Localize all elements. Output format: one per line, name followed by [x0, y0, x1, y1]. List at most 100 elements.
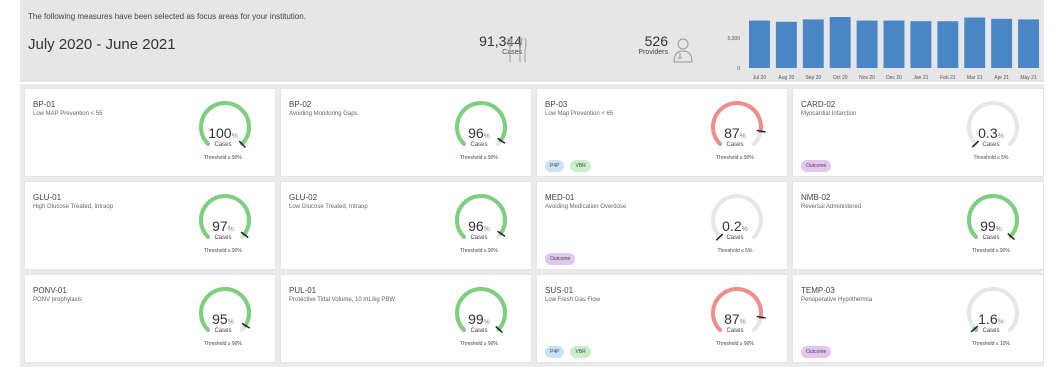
measure-threshold: Threshold ≤ 5%: [717, 248, 753, 254]
chart-x-tick: Jan 21: [913, 75, 928, 81]
measure-card[interactable]: BP-03 Low Map Prevention < 65 87% Cases …: [536, 88, 788, 177]
measure-value: 96%: [468, 125, 490, 141]
measure-threshold: Threshold ≥ 90%: [204, 341, 242, 347]
measure-threshold: Threshold ≥ 90%: [716, 341, 754, 347]
measure-cases-label: Cases: [982, 142, 1000, 148]
measure-card[interactable]: BP-02 Avoiding Monitoring Gaps 96% Cases…: [280, 88, 532, 177]
measure-value: 0.3%: [978, 125, 1004, 141]
measure-tags: P4P VBR: [545, 160, 591, 172]
chart-bar[interactable]: [1018, 19, 1039, 68]
chart-bar[interactable]: [829, 17, 851, 68]
measure-card[interactable]: CARD-02 Myocardial Infarction 0.3% Cases…: [792, 88, 1044, 177]
measure-tag[interactable]: Outcome: [545, 253, 576, 265]
measure-cases-label: Cases: [214, 142, 232, 148]
measure-code: PONV-01: [33, 286, 67, 295]
measure-card[interactable]: SUS-01 Low Fresh Gas Flow 87% Cases Thre…: [536, 274, 788, 363]
chart-bar[interactable]: [802, 19, 824, 68]
measure-code: NMB-02: [801, 193, 831, 202]
measure-description: High Glucose Treated, Intraop: [33, 204, 114, 210]
measure-description: Reversal Administered: [801, 204, 862, 210]
measure-card[interactable]: MED-01 Avoiding Medication Overdose 0.2%…: [536, 181, 788, 270]
measure-tag[interactable]: Outcome: [801, 346, 832, 358]
chart-bar[interactable]: [964, 17, 986, 69]
chart-x-tick: Sep 20: [805, 75, 821, 81]
measure-description: Myocardial Infarction: [801, 111, 857, 117]
measure-tags: Outcome: [801, 346, 832, 358]
measure-value: 100%: [208, 125, 238, 141]
measure-tags: Outcome: [801, 160, 832, 172]
chart-bar[interactable]: [775, 21, 797, 68]
measure-card[interactable]: BP-01 Low MAP Prevention < 55 100% Cases…: [24, 88, 276, 177]
chart-bar[interactable]: [910, 21, 932, 68]
measure-card[interactable]: GLU-02 Low Glucose Treated, Intraop 96% …: [280, 181, 532, 270]
measure-card[interactable]: NMB-02 Reversal Administered 99% Cases T…: [792, 181, 1044, 270]
measure-threshold: Threshold ≤ 5%: [973, 155, 1009, 161]
chart-y-tick: 0: [737, 66, 740, 72]
chart-x-tick: Dec 20: [886, 75, 902, 81]
measure-value: 87%: [724, 311, 746, 327]
measure-threshold: Threshold ≥ 90%: [204, 155, 242, 161]
summary-header: The following measures have been selecte…: [20, 0, 1044, 82]
measure-tag[interactable]: VBR: [570, 346, 591, 358]
chart-x-tick: Aug 20: [778, 75, 794, 81]
measure-cases-label: Cases: [470, 142, 488, 148]
measure-value: 95%: [212, 311, 234, 327]
chart-x-tick: Oct 20: [833, 75, 848, 81]
measure-card[interactable]: PONV-01 PONV prophylaxis 95% Cases Thres…: [24, 274, 276, 363]
period-label: July 2020 - June 2021: [28, 36, 176, 53]
chart-x-tick: May 21: [1020, 75, 1037, 81]
chart-bar[interactable]: [937, 21, 959, 68]
chart-bar[interactable]: [749, 20, 770, 69]
chart-x-tick: Apr 21: [994, 75, 1009, 81]
measure-cases-label: Cases: [214, 328, 232, 334]
measure-tag[interactable]: VBR: [570, 160, 591, 172]
measure-threshold: Threshold ≥ 90%: [460, 341, 498, 347]
measure-tag[interactable]: Outcome: [801, 160, 832, 172]
measure-cases-label: Cases: [982, 328, 1000, 334]
chart-bar[interactable]: [991, 18, 1013, 68]
measure-description: Low Glucose Treated, Intraop: [289, 204, 368, 210]
measure-cases-label: Cases: [726, 235, 744, 241]
measure-code: MED-01: [545, 193, 575, 202]
measure-cases-label: Cases: [470, 235, 488, 241]
measure-cases-label: Cases: [470, 328, 488, 334]
measure-card[interactable]: TEMP-03 Perioperative Hypothermia 1.6% C…: [792, 274, 1044, 363]
measure-value: 87%: [724, 125, 746, 141]
measure-value: 99%: [468, 311, 490, 327]
chart-x-tick: Mar 21: [967, 75, 983, 81]
measure-code: BP-02: [289, 100, 312, 109]
measure-cases-label: Cases: [982, 235, 1000, 241]
chart-bar[interactable]: [856, 20, 878, 69]
measure-description: Low MAP Prevention < 55: [33, 111, 103, 117]
surgical-tools-icon: [507, 37, 527, 62]
monthly-cases-chart: Jul 20 Aug 20 Sep 20 Oct 20 Nov 20 Dec 20 Jan …: [727, 17, 1039, 81]
measure-value: 97%: [212, 218, 234, 234]
measure-value: 0.2%: [722, 218, 748, 234]
measure-value: 1.6%: [978, 311, 1004, 327]
measure-cases-label: Cases: [214, 235, 232, 241]
measure-code: PUL-01: [289, 286, 317, 295]
measure-code: TEMP-03: [801, 286, 835, 295]
chart-y-tick: 5,000: [727, 36, 740, 42]
measure-description: Avoiding Monitoring Gaps: [289, 111, 358, 117]
providers-label: Providers: [638, 49, 668, 56]
measure-cases-label: Cases: [726, 328, 744, 334]
providers-stat: 526 Providers: [620, 33, 668, 57]
measure-value: 99%: [980, 218, 1002, 234]
measure-threshold: Threshold ≥ 90%: [460, 248, 498, 254]
chart-x-tick: Feb 21: [940, 75, 956, 81]
providers-count: 526: [644, 33, 668, 49]
measure-tags: Outcome: [545, 253, 576, 265]
chart-x-tick: Nov 20: [859, 75, 875, 81]
measure-tag[interactable]: P4P: [545, 160, 565, 172]
measure-tag[interactable]: P4P: [545, 346, 565, 358]
measure-threshold: Threshold ≤ 10%: [972, 341, 1010, 347]
measure-card[interactable]: GLU-01 High Glucose Treated, Intraop 97%…: [24, 181, 276, 270]
measure-card[interactable]: PUL-01 Protective Tidal Volume, 10 mL/kg…: [280, 274, 532, 363]
measure-code: CARD-02: [801, 100, 836, 109]
measure-cases-label: Cases: [726, 142, 744, 148]
chart-bar[interactable]: [883, 20, 905, 69]
measure-tags: P4P VBR: [545, 346, 591, 358]
measure-code: SUS-01: [545, 286, 574, 295]
measure-threshold: Threshold ≥ 90%: [716, 155, 754, 161]
